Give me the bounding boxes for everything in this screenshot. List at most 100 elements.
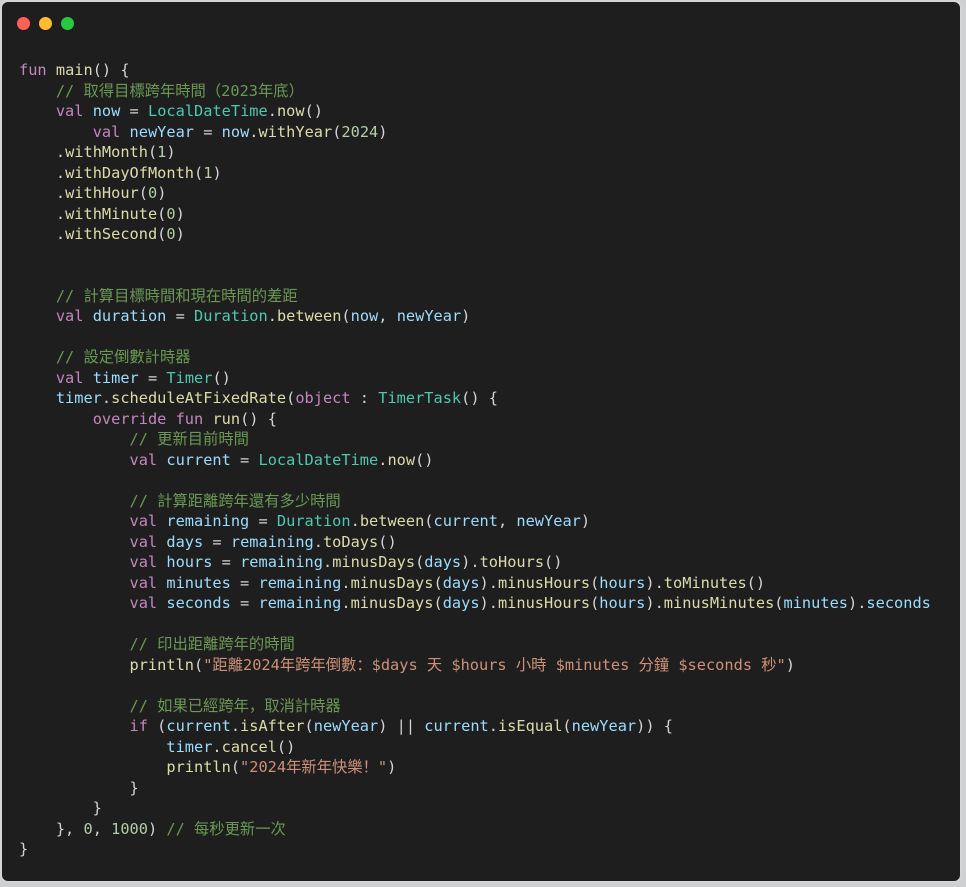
- maximize-window-button[interactable]: [61, 17, 74, 30]
- minimize-window-button[interactable]: [39, 17, 52, 30]
- code-token: withMinute: [65, 204, 158, 223]
- code-token: val: [129, 512, 158, 530]
- code-token: toHours: [479, 553, 545, 571]
- code-token: ): [175, 225, 185, 243]
- code-token: now: [350, 307, 379, 325]
- code-token: (: [157, 225, 167, 243]
- code-token: (: [590, 573, 600, 592]
- code-token: .: [19, 163, 66, 182]
- code-token: timer: [55, 389, 102, 407]
- close-window-button[interactable]: [17, 17, 30, 30]
- code-token: )) {: [636, 717, 673, 735]
- code-token: Duration: [276, 512, 351, 530]
- code-token: (: [304, 717, 314, 735]
- code-line: // 如果已經跨年，取消計時器: [19, 696, 931, 717]
- code-token: timer: [166, 737, 213, 756]
- code-token: newYear: [313, 717, 379, 735]
- code-token: ,: [497, 512, 517, 530]
- code-token: // 計算目標時間和現在時間的差距: [55, 286, 298, 305]
- code-line: // 更新目前時間: [19, 429, 931, 450]
- code-token: (): [304, 102, 323, 120]
- code-token: (: [230, 758, 241, 776]
- code-token: days: [166, 532, 204, 551]
- code-token: ): [461, 307, 471, 325]
- code-token: withHour: [65, 184, 139, 202]
- code-token: newYear: [516, 512, 581, 530]
- code-token: (: [590, 594, 600, 612]
- code-token: val: [129, 594, 158, 612]
- code-token: // 每秒更新一次: [166, 819, 286, 838]
- code-line: .withMinute(0): [19, 204, 931, 225]
- code-token: ,: [92, 819, 112, 838]
- code-token: ): [147, 819, 167, 838]
- code-token: remaining: [230, 532, 314, 551]
- code-line: println("距離2024年跨年倒數：$days 天 $hours 小時 $…: [19, 655, 931, 676]
- code-token: ): [387, 758, 397, 776]
- code-token: Timer: [166, 368, 213, 387]
- title-bar: [2, 2, 960, 46]
- code-editor[interactable]: fun main() { // 取得目標跨年時間（2023年底） val now…: [19, 60, 931, 860]
- code-token: minusDays: [332, 553, 416, 571]
- code-line: val seconds = remaining.minusDays(days).…: [19, 593, 931, 614]
- code-token: (): [276, 737, 296, 756]
- code-line: // 取得目標跨年時間（2023年底）: [19, 81, 931, 102]
- code-line: val newYear = now.withYear(2024): [19, 122, 931, 143]
- code-token: .: [341, 573, 351, 592]
- code-token: ).: [479, 594, 498, 612]
- code-token: val: [129, 450, 158, 469]
- code-token: println: [166, 758, 231, 776]
- code-token: .: [488, 717, 498, 735]
- code-token: (): [746, 573, 766, 592]
- code-line: val hours = remaining.minusDays(days).to…: [19, 552, 931, 573]
- code-token: "2024年新年快樂！": [240, 758, 388, 776]
- code-token: 2024: [341, 122, 379, 141]
- code-line: val current = LocalDateTime.now(): [19, 450, 931, 471]
- code-token: minutes: [783, 594, 848, 612]
- code-token: now: [92, 102, 121, 120]
- code-token: // 如果已經跨年，取消計時器: [129, 696, 341, 715]
- code-token: days: [442, 594, 480, 612]
- code-token: .: [19, 143, 66, 161]
- code-token: // 更新目前時間: [129, 430, 249, 448]
- code-token: 1: [157, 143, 167, 161]
- code-token: (: [147, 143, 158, 161]
- code-token: .: [322, 553, 333, 571]
- code-token: withYear: [258, 122, 333, 141]
- code-token: 0: [166, 225, 176, 243]
- code-token: current: [424, 717, 489, 735]
- code-token: val: [129, 532, 158, 551]
- code-line: val now = LocalDateTime.now(): [19, 101, 931, 122]
- code-token: ): [166, 143, 176, 161]
- code-token: scheduleAtFixedRate: [111, 389, 287, 407]
- code-line: .withSecond(0): [19, 224, 931, 245]
- code-token: ).: [847, 594, 867, 612]
- code-token: (: [562, 717, 572, 735]
- code-token: .: [101, 389, 112, 407]
- code-token: (: [193, 655, 204, 674]
- code-token: .: [19, 225, 66, 243]
- code-token: withSecond: [65, 225, 158, 243]
- code-token: .: [267, 102, 277, 120]
- code-token: val: [129, 553, 158, 571]
- code-token: =: [194, 122, 222, 141]
- code-token: (: [286, 389, 296, 407]
- code-token: newYear: [571, 717, 637, 735]
- code-token: hours: [599, 594, 646, 612]
- code-token: val: [55, 368, 84, 387]
- code-token: (: [424, 512, 434, 530]
